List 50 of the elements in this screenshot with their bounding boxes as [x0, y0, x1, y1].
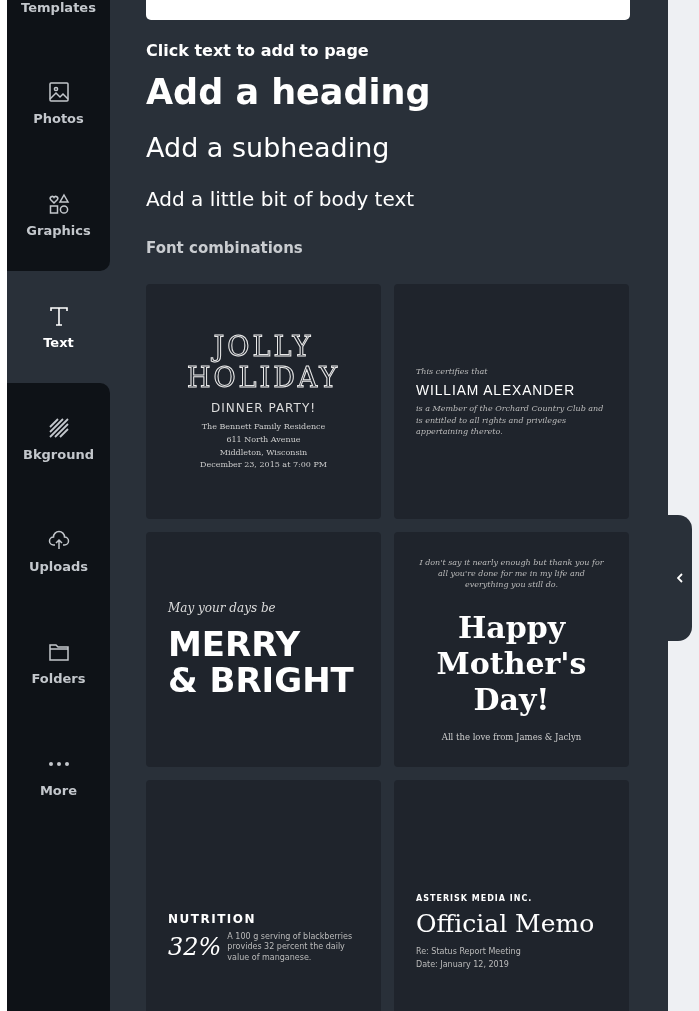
heading-option[interactable]: Add a heading	[146, 72, 630, 112]
card-title: Day!	[473, 682, 550, 719]
stripes-icon	[47, 416, 70, 439]
card-title: Official Memo	[416, 908, 595, 938]
card-detail: Middleton, Wisconsin	[219, 446, 308, 459]
image-icon	[47, 80, 70, 103]
collapse-button[interactable]	[668, 515, 692, 641]
font-combination-card[interactable]: NUTRITION 32% A 100 g serving of blackberries provides 32 percent the daily value of manganese.	[146, 780, 381, 1011]
font-combination-card[interactable]: This certifies that WILLIAM ALEXANDER is a Member of the Orchard Country Club and is entitled to all rights and privileges appertaining thereto.	[394, 284, 629, 519]
text-icon	[47, 304, 70, 327]
card-detail: Re: Status Report Meeting	[416, 945, 521, 958]
font-combination-card[interactable]: May your days be MERRY & BRIGHT	[146, 532, 381, 767]
card-label: ASTERISK MEDIA INC.	[416, 893, 533, 903]
panel-instruction: Click text to add to page	[146, 41, 370, 60]
font-combination-card[interactable]: I don't say it nearly enough but thank you for all you're done for me in my life and everything you still do. Happy Mother's Day! All the love from James & Jaclyn	[394, 532, 629, 767]
sidebar-item[interactable]: Templates	[7, 0, 110, 47]
card-small-text: A 100 g serving of blackberries provides 32 percent the daily value of manganese.	[227, 931, 354, 964]
sidebar-item[interactable]: Graphics	[7, 159, 110, 271]
body-text-option[interactable]: Add a little bit of body text	[146, 187, 630, 211]
card-detail: Date: January 12, 2019	[416, 958, 509, 971]
more-icon	[47, 760, 70, 767]
sidebar-item[interactable]: Bkground	[7, 383, 110, 495]
card-detail: 611 North Avenue	[226, 433, 301, 446]
sidebar-item[interactable]: More	[7, 719, 110, 831]
card-title: Happy	[457, 610, 566, 647]
card-small-text: This certifies that	[416, 366, 488, 378]
font-combination-card[interactable]: ASTERISK MEDIA INC. Official Memo Re: Status Report Meeting Date: January 12, 2019	[394, 780, 629, 1011]
font-combination-card[interactable]: JOLLY HOLIDAY DINNER PARTY! The Bennett Family Residence 611 North Avenue Middleton, Wisconsin December 23, 2015 at 7:00 PM	[146, 284, 381, 519]
sidebar-item[interactable]: Photos	[7, 47, 110, 159]
card-title: & BRIGHT	[168, 662, 354, 699]
card-detail: December 23, 2015 at 7:00 PM	[200, 459, 327, 472]
sidebar-item[interactable]: Folders	[7, 607, 110, 719]
card-label: NUTRITION	[168, 911, 257, 926]
card-small-text: I don't say it nearly enough but thank you for all you're done for me in my life and everything you still do.	[418, 556, 605, 591]
card-detail: The Bennett Family Residence	[201, 420, 326, 433]
shapes-icon	[47, 192, 70, 215]
card-subtitle: DINNER PARTY!	[210, 400, 317, 415]
sidebar-item[interactable]: Uploads	[7, 495, 110, 607]
section-title: Font combinations	[146, 239, 304, 257]
card-signature: All the love from James & Jaclyn	[441, 732, 582, 743]
search-field[interactable]	[146, 0, 630, 20]
card-title: Mother's	[436, 646, 587, 683]
subheading-option[interactable]: Add a subheading	[146, 132, 630, 163]
card-stat: 32%	[168, 933, 222, 962]
card-name: WILLIAM ALEXANDER	[416, 381, 576, 399]
card-title: MERRY	[168, 626, 301, 663]
card-small-text: is a Member of the Orchard Country Club and is entitled to all rights and privileges appertaining thereto.	[416, 403, 605, 437]
chevron-left-icon	[677, 573, 683, 583]
cloud-upload-icon	[47, 528, 70, 551]
card-script-text: May your days be	[168, 600, 276, 615]
